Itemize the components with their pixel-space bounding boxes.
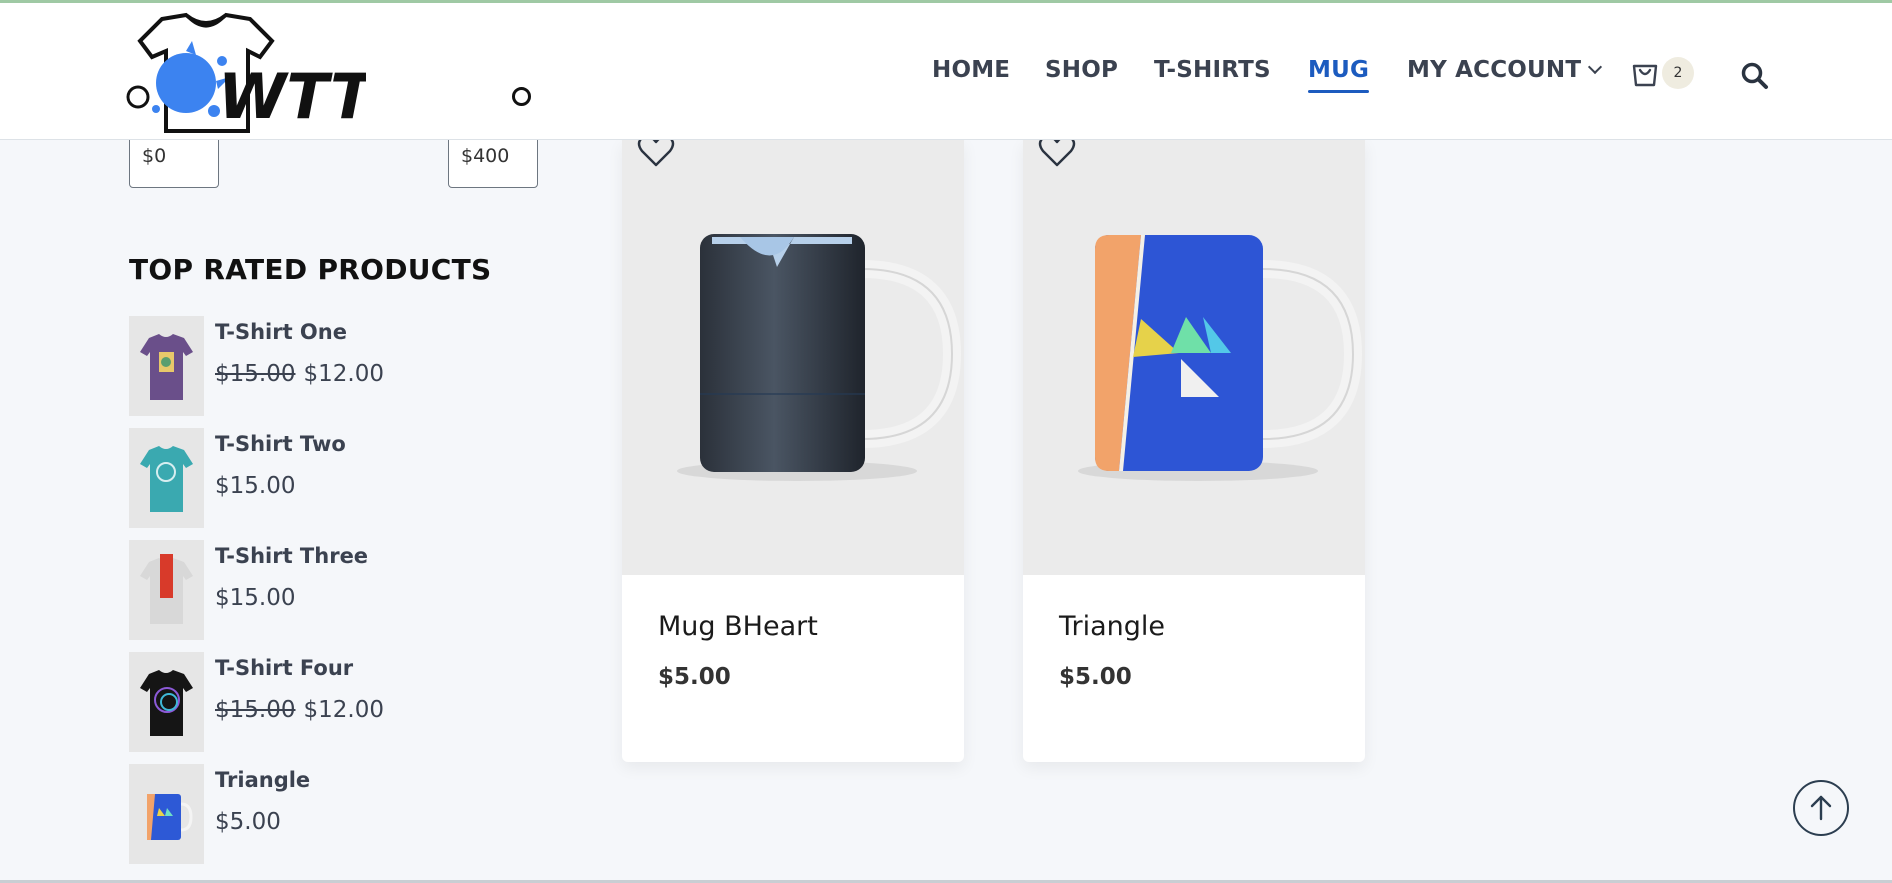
sale-price: $12.00: [303, 697, 384, 723]
product-price: $5.00: [1059, 664, 1132, 690]
product-thumbnail[interactable]: [129, 316, 204, 416]
nav-t-shirts[interactable]: T-SHIRTS: [1154, 57, 1271, 83]
price: $15.00: [215, 585, 296, 611]
top-rated-item-name[interactable]: T-Shirt Three: [215, 544, 368, 568]
cart-count-badge: 2: [1662, 57, 1694, 89]
product-thumbnail[interactable]: [129, 652, 204, 752]
site-header: WTT HOME SHOP T-SHIRTS MUG MY ACCOUNT 2: [0, 3, 1892, 140]
top-rated-item[interactable]: T-Shirt Four $15.00 $12.00: [129, 652, 549, 752]
logo-text: WTT: [218, 60, 366, 133]
old-price: $15.00: [215, 697, 296, 723]
logo-ring-decoration: [512, 87, 531, 106]
top-rated-item-price: $15.00: [215, 585, 295, 611]
top-rated-item[interactable]: T-Shirt Two $15.00: [129, 428, 549, 528]
product-thumbnail[interactable]: [129, 428, 204, 528]
product-image[interactable]: [1023, 139, 1365, 575]
top-rated-item-name[interactable]: T-Shirt One: [215, 320, 347, 344]
top-rated-heading: TOP RATED PRODUCTS: [129, 253, 492, 286]
cart-icon[interactable]: [1630, 58, 1660, 88]
nav-my-account-label: MY ACCOUNT: [1407, 57, 1582, 83]
sale-price: $12.00: [303, 361, 384, 387]
chevron-down-icon: [1588, 59, 1603, 75]
site-logo[interactable]: WTT: [126, 11, 377, 135]
product-price: $5.00: [658, 664, 731, 690]
top-rated-item-price: $15.00 $12.00: [215, 697, 384, 723]
price: $5.00: [215, 809, 281, 835]
search-icon[interactable]: [1740, 61, 1770, 91]
top-rated-item[interactable]: T-Shirt Three $15.00: [129, 540, 549, 640]
top-rated-item-name[interactable]: T-Shirt Four: [215, 656, 353, 680]
top-rated-item[interactable]: T-Shirt One $15.00 $12.00: [129, 316, 549, 416]
nav-home[interactable]: HOME: [932, 57, 1010, 83]
product-image[interactable]: [622, 139, 964, 575]
top-rated-item-price: $5.00: [215, 809, 281, 835]
top-rated-item[interactable]: Triangle $5.00: [129, 764, 549, 864]
product-thumbnail[interactable]: [129, 540, 204, 640]
back-to-top-button[interactable]: [1793, 780, 1849, 836]
product-card[interactable]: Mug BHeart $5.00: [622, 139, 964, 762]
product-thumbnail[interactable]: [129, 764, 204, 864]
price: $15.00: [215, 473, 296, 499]
top-rated-item-price: $15.00 $12.00: [215, 361, 384, 387]
product-name[interactable]: Triangle: [1059, 611, 1165, 642]
product-card[interactable]: Triangle $5.00: [1023, 139, 1365, 762]
nav-shop[interactable]: SHOP: [1045, 57, 1118, 83]
nav-my-account[interactable]: MY ACCOUNT: [1407, 57, 1603, 83]
nav-mug[interactable]: MUG: [1308, 57, 1370, 93]
heart-icon[interactable]: [636, 139, 676, 169]
old-price: $15.00: [215, 361, 296, 387]
top-rated-item-price: $15.00: [215, 473, 295, 499]
top-rated-item-name[interactable]: T-Shirt Two: [215, 432, 346, 456]
product-name[interactable]: Mug BHeart: [658, 611, 818, 642]
top-rated-item-name[interactable]: Triangle: [215, 768, 310, 792]
arrow-up-icon: [1810, 795, 1832, 821]
heart-icon[interactable]: [1037, 139, 1077, 169]
